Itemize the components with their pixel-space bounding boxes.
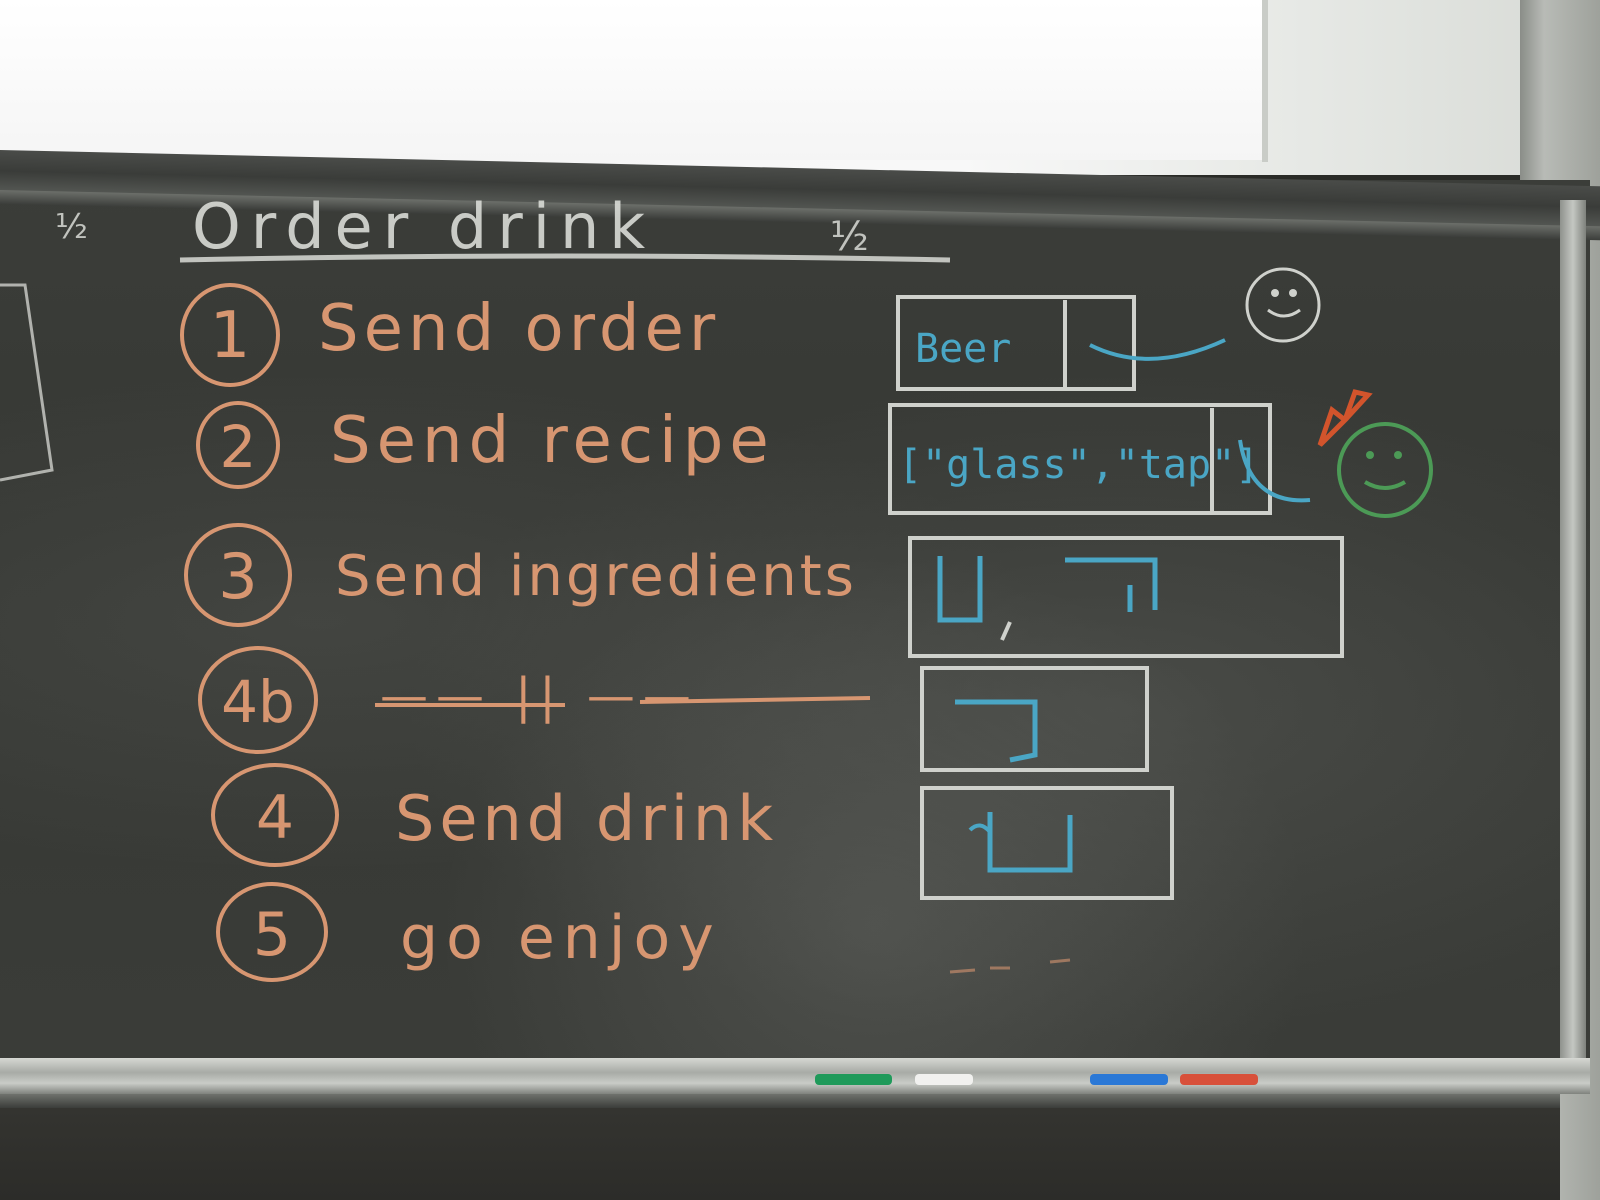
ingredients-message-box [908, 536, 1344, 658]
step-3-number: 3 [218, 540, 257, 613]
glass-foam [968, 823, 992, 834]
glass-icon [937, 556, 983, 623]
step-1-number: 1 [210, 299, 251, 373]
step-4b-label: —— || —— [380, 668, 699, 724]
smiley-eye [1289, 289, 1297, 297]
left-partial-box [0, 283, 54, 482]
recipe-box-text: ["glass","tap"] [898, 442, 1259, 488]
step-1-label: Send order [318, 292, 720, 366]
step-4-label: Send drink [395, 782, 778, 855]
comma-mark [1000, 621, 1012, 641]
title-fraction-left: ½ [55, 207, 88, 247]
smiley-eye [1271, 289, 1279, 297]
step-4-number: 4 [256, 783, 294, 853]
step-2-number: 2 [220, 413, 257, 481]
customer-eye [1394, 451, 1402, 459]
bartender-smiley-icon [1245, 267, 1321, 343]
faint-marks [949, 958, 1071, 974]
drink-message-box [920, 786, 1174, 900]
mug-arc [1089, 338, 1226, 361]
step-2-label: Send recipe [330, 404, 775, 478]
title-fraction-right: ½ [830, 214, 869, 260]
chalk-drawing: ½ Order drink ½ 1 Send order 2 Send reci… [0, 190, 1433, 982]
step-4b-number: 4b [221, 668, 295, 736]
step-5-number: 5 [253, 900, 291, 970]
step-3-label: Send ingredients [335, 544, 857, 609]
customer-mouth [1363, 480, 1407, 490]
full-glass-icon [987, 812, 1073, 873]
red-bow-icon [1317, 389, 1373, 447]
board-title: Order drink [192, 190, 655, 263]
tap-pour-icon [955, 699, 1038, 763]
customer-smiley-icon [1337, 422, 1433, 518]
customer-eye [1366, 451, 1374, 459]
smiley-mouth [1267, 308, 1301, 318]
order-box-text: Beer [915, 326, 1011, 372]
step-5-label: go enjoy [400, 903, 722, 973]
tap-icon [1065, 557, 1158, 612]
